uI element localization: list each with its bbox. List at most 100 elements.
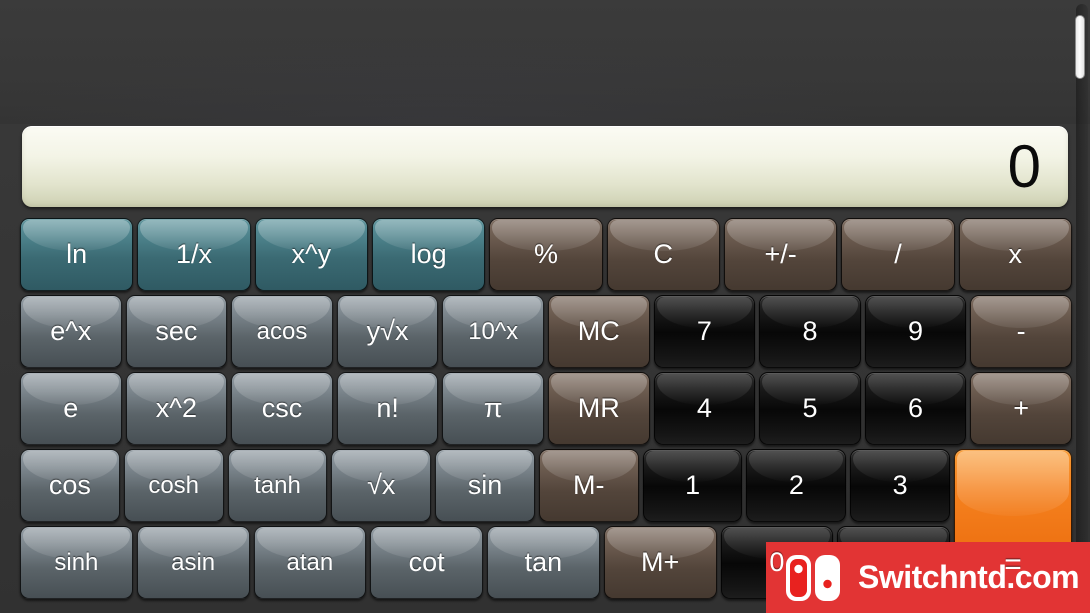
app-background-top [0,0,1090,124]
key-label: x^y [291,239,332,269]
key-label: tan [524,547,563,577]
key-label: ln [66,239,88,269]
key-label: sin [467,470,503,500]
key-5[interactable]: 5 [759,372,861,445]
key-label: 8 [802,316,818,346]
key-label: 9 [908,316,924,346]
key-e^x[interactable]: e^x [20,295,122,368]
key-label: sec [155,316,198,346]
key-label: 1 [685,470,701,500]
keypad-row: e x^2 csc n! π MR 4 5 6 + [20,372,1072,445]
key-+/-[interactable]: +/- [723,218,838,291]
key-cos[interactable]: cos [20,449,120,522]
calculator-app: 0 ln 1/x x^y log% C +/- / x e^x sec acos y√x 10^x MC 7… [0,0,1090,613]
key-c[interactable]: C [606,218,720,291]
key-label: % [533,239,558,269]
key-mr[interactable]: MR [547,372,650,445]
key-label: log [410,239,447,269]
key-label: 7 [696,316,712,346]
key-label: x [1008,239,1023,269]
key-label: M+ [640,547,680,577]
key-label: sinh [54,548,99,576]
key-label: MR [577,393,620,423]
vertical-scrollbar-track[interactable] [1075,4,1088,609]
key-+[interactable]: + [970,372,1072,445]
key-ln[interactable]: ln [20,218,134,291]
key-label: +/- [764,239,797,269]
key-4[interactable]: 4 [653,372,756,445]
key-sinh[interactable]: sinh [20,526,133,599]
key-label: 4 [696,393,712,423]
key-csc[interactable]: csc [231,372,333,445]
key-cot[interactable]: cot [370,526,483,599]
key-label: √x [367,470,396,500]
key-label: = [1004,548,1022,581]
key-tanh[interactable]: tanh [227,449,328,522]
key-9[interactable]: 9 [864,295,967,368]
key-1[interactable]: 1 [642,449,743,522]
key-label: 0 [769,547,785,577]
key-label: + [1013,393,1030,423]
keypad-row: cos cosh tanh √x sin M- 1 2 3 = [20,449,1072,599]
switch-console-icon [784,553,844,603]
key-atan[interactable]: atan [253,526,367,599]
key-label: 5 [802,393,818,423]
vertical-scrollbar-thumb[interactable] [1075,15,1085,79]
key-label: tanh [254,471,301,499]
key-√x[interactable]: √x [331,449,432,522]
key-label: e [63,393,79,423]
key-x^2[interactable]: x^2 [125,372,228,445]
key-label: / [894,239,902,269]
key-label: 3 [892,470,908,500]
key-sin[interactable]: sin [435,449,535,522]
key-log[interactable]: log [371,218,486,291]
key-label: n! [376,393,399,423]
key-label: csc [261,393,303,423]
key-10^x[interactable]: 10^x [442,295,544,368]
keypad-row: ln 1/x x^y log% C +/- / x [20,218,1072,291]
key-label: asin [171,548,216,576]
key-label: - [1016,316,1026,346]
key-label: π [483,393,503,423]
key-label: y√x [366,316,409,346]
key-label: x^2 [155,393,197,423]
key-y√x[interactable]: y√x [336,295,439,368]
key-sec[interactable]: sec [125,295,228,368]
key-3[interactable]: 3 [850,449,951,522]
key-label: C [653,239,674,269]
key-x[interactable]: x [958,218,1072,291]
calculator-display[interactable]: 0 [22,126,1068,207]
key-label: atan [286,548,334,576]
key-tan[interactable]: tan [487,526,600,599]
key-label: cos [48,470,91,500]
key-label: 1/x [175,239,212,269]
watermark-banner: Switchntd.com [766,542,1090,613]
key--[interactable]: - [970,295,1072,368]
key-acos[interactable]: acos [231,295,333,368]
display-value: 0 [1007,132,1041,200]
key-/[interactable]: / [841,218,955,291]
key-8[interactable]: 8 [759,295,861,368]
key-e[interactable]: e [20,372,122,445]
key-label: e^x [50,316,92,346]
key-label: 2 [788,470,804,500]
key-1/x[interactable]: 1/x [137,218,251,291]
key-7[interactable]: 7 [653,295,756,368]
key-label: M- [573,470,605,500]
key-label: 6 [908,393,924,423]
key-2[interactable]: 2 [746,449,847,522]
key-label: 10^x [468,317,519,345]
key-m+[interactable]: M+ [603,526,717,599]
key-mc[interactable]: MC [547,295,650,368]
key-label: MC [577,316,620,346]
key-π[interactable]: π [442,372,544,445]
key-n![interactable]: n! [336,372,439,445]
watermark-text: Switchntd.com [858,559,1080,595]
key-6[interactable]: 6 [864,372,967,445]
key-m-[interactable]: M- [538,449,639,522]
key-blank[interactable]: % [489,218,603,291]
key-x^y[interactable]: x^y [254,218,368,291]
key-label: acos [256,317,308,345]
key-cosh[interactable]: cosh [123,449,224,522]
key-asin[interactable]: asin [136,526,250,599]
